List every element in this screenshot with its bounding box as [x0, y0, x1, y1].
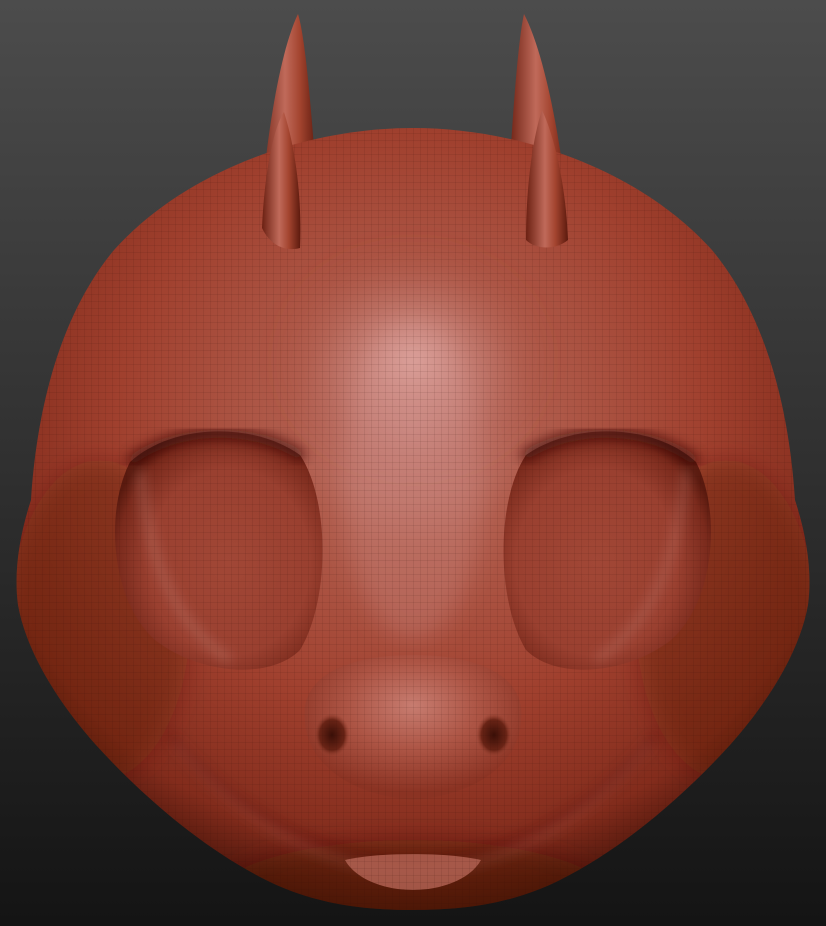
- sculpt-viewport-canvas[interactable]: [0, 0, 826, 926]
- viewport: [0, 0, 826, 926]
